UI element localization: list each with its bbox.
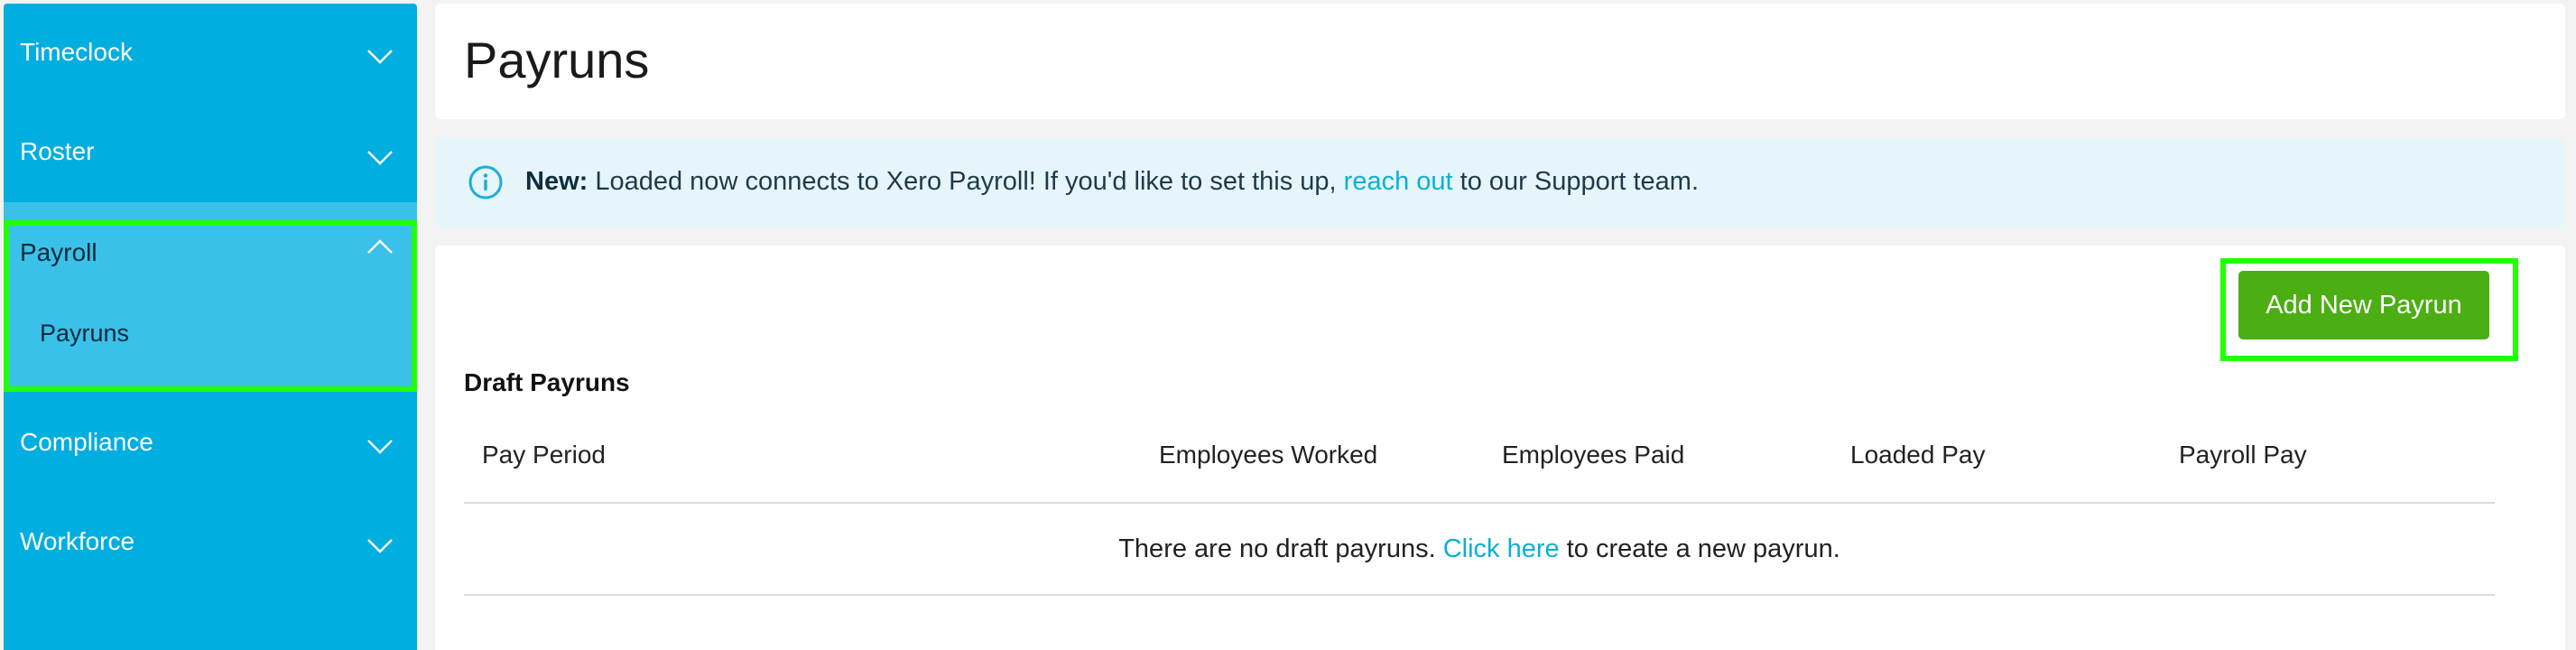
chevron-down-icon [366,538,394,558]
table-header: Pay Period Employees Worked Employees Pa… [464,408,2495,504]
column-header-loaded-pay: Loaded Pay [1850,441,1986,469]
info-icon [468,164,504,200]
banner-message: Loaded now connects to Xero Payroll! If … [588,167,1344,196]
banner-text: New: Loaded now connects to Xero Payroll… [525,167,1699,197]
sidebar-item-label: Payroll [20,238,97,266]
empty-message: There are no draft payruns. [1118,534,1443,563]
sidebar-subitem-payruns[interactable]: Payruns [40,320,129,348]
draft-payruns-title: Draft Payruns [464,368,630,396]
empty-state-row: There are no draft payruns. Click here t… [464,504,2495,596]
sidebar-item-compliance[interactable]: Compliance [4,392,417,491]
sidebar-item-roster[interactable]: Roster [4,103,417,202]
sidebar-item-label: Timeclock [20,38,133,66]
add-new-payrun-button[interactable]: Add New Payrun [2238,271,2489,339]
reach-out-link[interactable]: reach out [1344,167,1453,196]
chevron-down-icon [366,49,394,69]
column-header-payroll-pay: Payroll Pay [2179,441,2307,469]
sidebar-item-label: Workforce [20,527,135,555]
empty-state-text: There are no draft payruns. Click here t… [1118,534,1840,564]
info-banner: New: Loaded now connects to Xero Payroll… [435,137,2565,228]
chevron-down-icon [366,150,394,170]
banner-new-label: New: [525,167,588,196]
banner-message-end: to our Support team. [1452,167,1700,196]
sidebar-item-workforce[interactable]: Workforce [4,491,417,590]
sidebar-item-label: Roster [20,137,95,165]
page-header: Payruns [435,4,2565,119]
sidebar-item-label: Compliance [20,428,153,456]
click-here-link[interactable]: Click here [1443,534,1560,563]
sidebar-item-timeclock[interactable]: Timeclock [4,4,417,103]
sidebar: Timeclock Roster Payroll Payruns Complia… [4,4,417,650]
column-header-employees-paid: Employees Paid [1502,441,1685,469]
empty-message-end: to create a new payrun. [1559,534,1840,563]
column-header-employees-worked: Employees Worked [1159,441,1378,469]
chevron-down-icon [366,439,394,459]
sidebar-item-payroll[interactable]: Payroll [4,202,417,302]
payruns-card: Add New Payrun Draft Payruns Pay Period … [435,246,2565,650]
page-title: Payruns [464,32,650,88]
chevron-up-icon [366,238,394,258]
column-header-pay-period: Pay Period [482,441,606,469]
